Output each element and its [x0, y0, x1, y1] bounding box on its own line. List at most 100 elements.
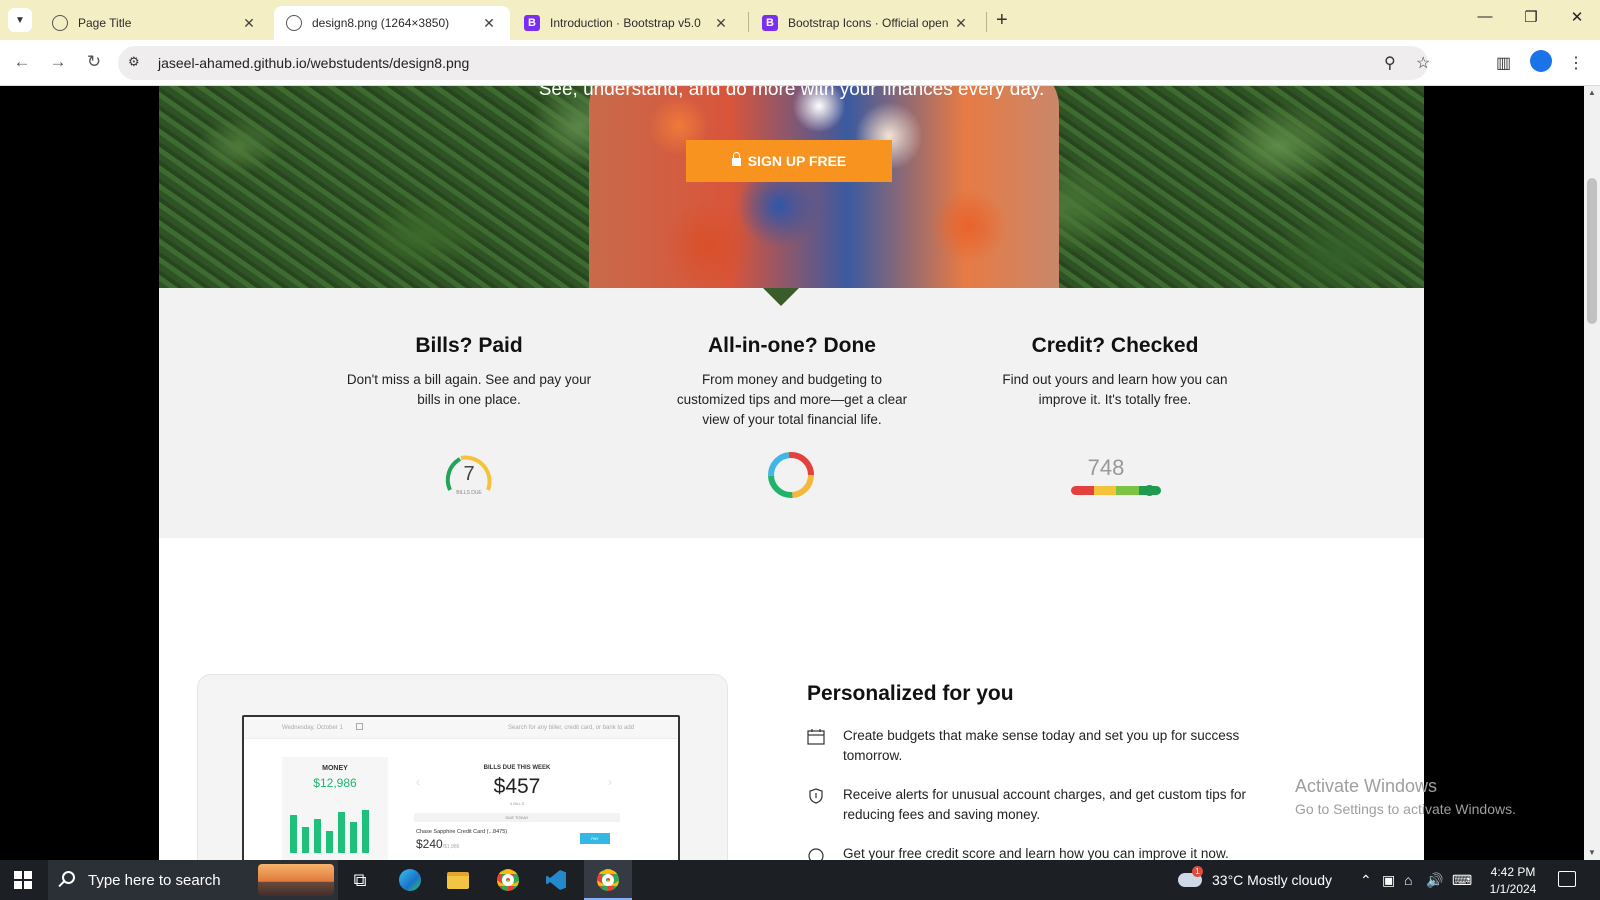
tab-search-button[interactable]: ▼ — [8, 8, 32, 32]
profile-avatar[interactable] — [1530, 50, 1552, 72]
money-bar — [302, 827, 309, 853]
chrome-icon[interactable] — [494, 866, 522, 894]
calendar-icon — [356, 723, 363, 730]
forward-button[interactable]: → — [46, 52, 70, 72]
tab-design8[interactable]: design8.png (1264×3850) ✕ — [274, 6, 510, 40]
section-pointer — [763, 288, 799, 306]
tab-title: Introduction · Bootstrap v5.0 — [550, 16, 701, 30]
volume-icon[interactable]: 🔊 — [1426, 872, 1443, 889]
arrow-right-icon: → — [49, 52, 67, 71]
hero-photo — [589, 86, 1059, 288]
close-icon[interactable]: ✕ — [480, 15, 498, 32]
tab-strip: ▼ Page Title ✕ design8.png (1264×3850) ✕… — [0, 0, 1600, 40]
budget-donut-icon — [766, 450, 816, 500]
tab-title: design8.png (1264×3850) — [312, 16, 450, 30]
minimize-button[interactable]: — — [1470, 8, 1500, 25]
close-window-button[interactable]: ✕ — [1562, 8, 1592, 26]
money-bar — [290, 815, 297, 853]
scroll-down-arrow[interactable]: ▼ — [1584, 846, 1600, 860]
side-panel-icon[interactable]: ▥ — [1496, 53, 1511, 73]
chrome-profile-icon[interactable] — [594, 866, 622, 894]
scroll-up-arrow[interactable]: ▲ — [1584, 86, 1600, 100]
money-bar-chart — [290, 805, 382, 853]
zoom-icon[interactable]: ⚲ — [1384, 53, 1396, 73]
feature-bills: Bills? Paid Don't miss a bill again. See… — [344, 334, 594, 410]
feature-text: From money and budgeting to customized t… — [676, 372, 908, 427]
bookmark-star-icon[interactable]: ☆ — [1416, 53, 1430, 73]
webpage: See, understand, and do more with your f… — [159, 86, 1424, 860]
close-icon[interactable]: ✕ — [952, 15, 970, 32]
reload-button[interactable]: ↻ — [82, 52, 106, 72]
taskbar-clock[interactable]: 4:42 PM 1/1/2024 — [1478, 864, 1548, 898]
pay-button: PAY — [580, 833, 610, 844]
bootstrap-icon: B — [524, 15, 540, 31]
bills-week-amount: $457 — [493, 775, 541, 798]
due-today-bar: DUE TODAY — [414, 813, 620, 822]
personalized-text: Create budgets that make sense today and… — [843, 728, 1240, 763]
card-amount-total: /$1,986 — [442, 844, 460, 850]
search-icon — [62, 871, 75, 884]
bills-count: 4 BILLS — [509, 801, 525, 806]
restore-button[interactable]: ❐ — [1516, 8, 1546, 26]
feature-text: Don't miss a bill again. See and pay you… — [346, 372, 592, 407]
weather-text[interactable]: 33°C Mostly cloudy — [1212, 872, 1332, 888]
globe-icon — [286, 15, 302, 31]
reload-icon: ↻ — [86, 52, 102, 71]
shield-icon — [809, 788, 823, 804]
clock-time: 4:42 PM — [1490, 865, 1536, 879]
chevron-right-icon: › — [608, 775, 612, 789]
browser-toolbar: ← → ↻ ⚙ jaseel-ahamed.github.io/webstude… — [0, 40, 1600, 86]
edge-browser-icon[interactable] — [396, 866, 424, 894]
notifications-icon[interactable] — [1558, 871, 1576, 887]
address-bar[interactable]: ⚙ jaseel-ahamed.github.io/webstudents/de… — [118, 46, 1430, 80]
card-name: Chase Sapphire Credit Card (...8475) — [416, 829, 508, 835]
calendar-icon — [807, 729, 825, 745]
menu-dots-icon[interactable]: ⋮ — [1568, 53, 1584, 73]
tab-page-title[interactable]: Page Title ✕ — [40, 6, 270, 40]
personalized-section: Personalized for you Create budgets that… — [807, 682, 1277, 860]
page-scrollbar[interactable]: ▲ ▼ — [1584, 86, 1600, 860]
bootstrap-icon: B — [762, 15, 778, 31]
keyboard-icon[interactable]: ⌨ — [1452, 872, 1472, 889]
tab-bootstrap-intro[interactable]: B Introduction · Bootstrap v5.0 ✕ — [512, 6, 742, 40]
url-text[interactable]: jaseel-ahamed.github.io/webstudents/desi… — [158, 55, 469, 71]
site-info-icon[interactable]: ⚙ — [128, 54, 140, 70]
signup-button[interactable]: SIGN UP FREE — [686, 140, 892, 182]
vscode-icon[interactable] — [542, 866, 570, 894]
tab-separator — [986, 12, 987, 32]
signup-label: SIGN UP FREE — [747, 153, 847, 169]
lock-icon — [731, 152, 741, 166]
close-icon[interactable]: ✕ — [712, 15, 730, 32]
mockup-topbar: Wednesday, October 1 Search for any bill… — [244, 717, 678, 739]
file-explorer-icon[interactable] — [444, 866, 472, 894]
money-bar — [314, 819, 321, 853]
page-viewport: See, understand, and do more with your f… — [0, 86, 1584, 860]
personalized-text: Receive alerts for unusual account charg… — [843, 787, 1246, 822]
scroll-thumb[interactable] — [1587, 178, 1597, 324]
network-icon[interactable]: ⌂ — [1404, 872, 1412, 888]
new-tab-button[interactable]: + — [996, 9, 1008, 32]
feature-title: All-in-one? Done — [708, 334, 876, 357]
tab-bootstrap-icons[interactable]: B Bootstrap Icons · Official open s ✕ — [750, 6, 982, 40]
bills-due-gauge: 7 BILLS DUE — [440, 448, 498, 506]
chevron-up-icon[interactable]: ⌃ — [1360, 872, 1372, 889]
feature-title: Bills? Paid — [415, 334, 523, 357]
mockup-money-card: MONEY $12,986 — [282, 757, 388, 860]
tab-title: Bootstrap Icons · Official open s — [788, 16, 952, 30]
weather-badge: 1 — [1192, 866, 1203, 877]
credit-score-marker — [1144, 485, 1155, 496]
tab-title: Page Title — [78, 16, 132, 30]
mockup-date: Wednesday, October 1 — [282, 725, 343, 731]
credit-score-value: 748 — [1087, 455, 1125, 480]
meet-icon[interactable]: ▣ — [1382, 872, 1395, 889]
windows-start-icon[interactable] — [14, 871, 32, 889]
back-button[interactable]: ← — [10, 52, 34, 72]
personalized-item: Get your free credit score and learn how… — [807, 844, 1277, 860]
search-highlight-image — [258, 864, 334, 896]
mockup-screen: Wednesday, October 1 Search for any bill… — [242, 715, 680, 860]
close-icon[interactable]: ✕ — [240, 15, 258, 32]
task-view-icon[interactable]: ⧉ — [346, 866, 374, 894]
personalized-item: Receive alerts for unusual account charg… — [807, 785, 1277, 825]
taskbar-search[interactable]: Type here to search — [48, 860, 338, 900]
mockup-bills-card: BILLS DUE THIS WEEK ‹ $457 › 4 BILLS DUE… — [414, 757, 620, 860]
